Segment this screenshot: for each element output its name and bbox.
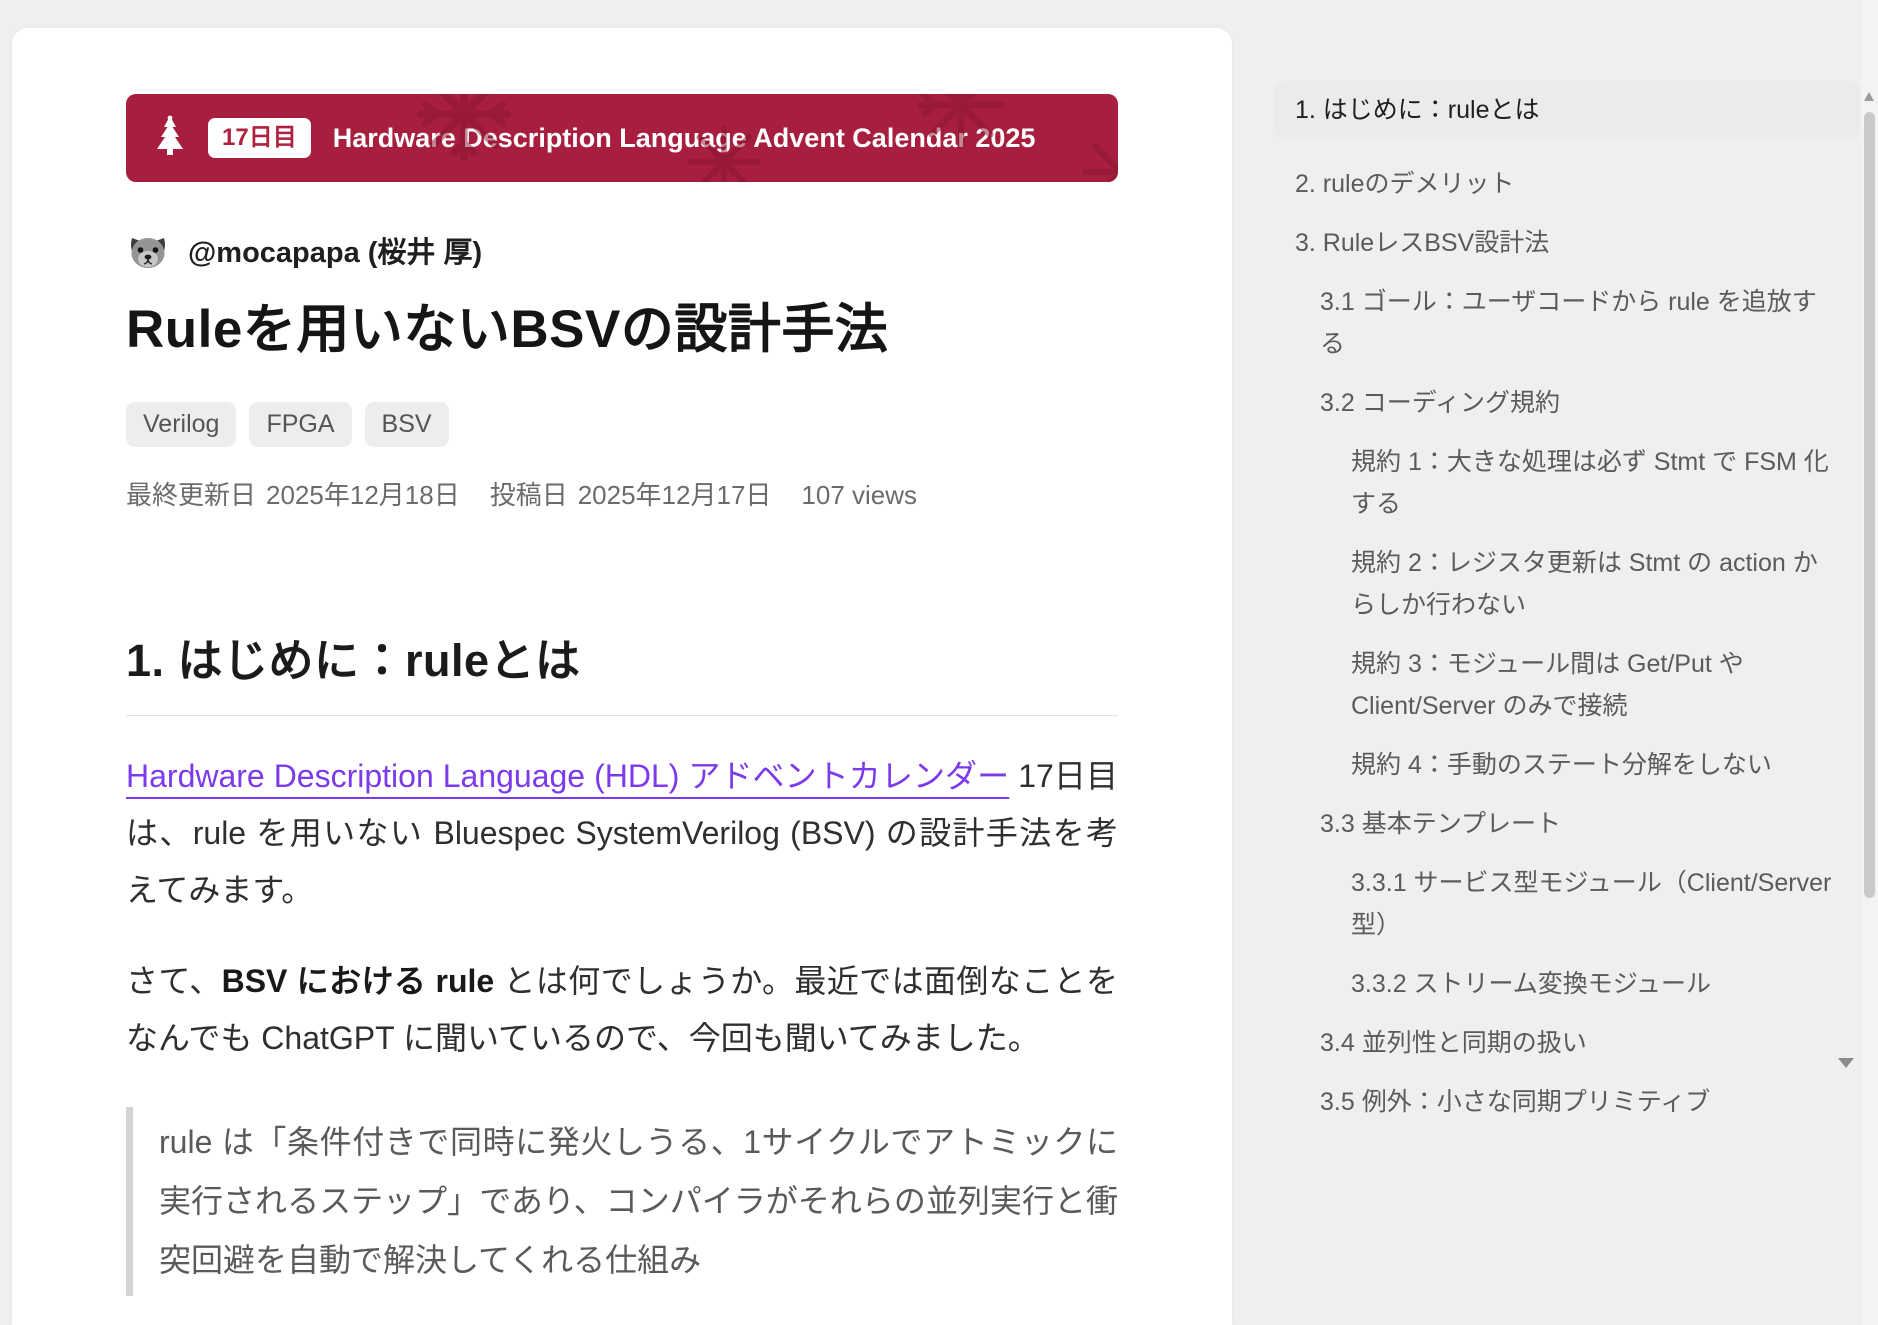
paragraph-text: さて、 <box>126 962 222 999</box>
table-of-contents: 1. はじめに：ruleとは 2. ruleのデメリット 3. RuleレスBSV設… <box>1275 81 1860 1140</box>
page: 17日目 Hardware Description Language Adven… <box>0 0 1878 1325</box>
tag-bsv[interactable]: BSV <box>364 401 449 447</box>
toc-more-chevron-down-icon[interactable] <box>1836 1056 1856 1070</box>
snowflake-icon <box>417 94 511 161</box>
updated-label: 最終更新日 <box>126 479 257 510</box>
scrollbar-thumb[interactable] <box>1864 112 1875 898</box>
section-heading: 1. はじめに：ruleとは <box>126 624 1118 716</box>
updated-date: 2025年12月18日 <box>266 479 460 510</box>
toc-item[interactable]: 規約 2：レジスタ更新は Stmt の action からしか行わない <box>1275 542 1860 626</box>
posted-date: 2025年12月17日 <box>577 479 772 510</box>
toc-item[interactable]: 3. RuleレスBSV設計法 <box>1275 222 1860 264</box>
toc-item[interactable]: 3.3.2 ストリーム変換モジュール <box>1275 963 1860 1005</box>
pug-avatar-icon <box>126 228 170 272</box>
snowflake-icon <box>917 94 1005 149</box>
article-meta: 最終更新日 2025年12月18日 投稿日 2025年12月17日 107 vi… <box>126 475 1118 512</box>
toc-item[interactable]: 規約 3：モジュール間は Get/Put や Client/Server のみで… <box>1275 643 1860 727</box>
toc-item[interactable]: 規約 4：手動のステート分解をしない <box>1275 744 1860 786</box>
paragraph: さて、BSV における rule とは何でしょうか。最近では面倒なことをなんでも… <box>126 953 1118 1067</box>
toc-item[interactable]: 2. ruleのデメリット <box>1275 163 1860 205</box>
views-count: 107 views <box>801 479 918 510</box>
quote-block: rule は「条件付きで同時に発火しうる、1サイクルでアトミックに実行されるステ… <box>126 1106 1118 1296</box>
hdl-advent-calendar-link[interactable]: Hardware Description Language (HDL) アドベン… <box>126 758 1009 794</box>
posted-label: 投稿日 <box>489 479 568 510</box>
christmas-tree-icon <box>157 115 183 155</box>
scrollbar-up-arrow-icon[interactable] <box>1864 92 1874 101</box>
page-scrollbar[interactable] <box>1861 0 1878 1325</box>
snowflake-icon <box>686 124 762 182</box>
author-name[interactable]: @mocapapa (桜井 厚) <box>188 229 482 271</box>
paragraph-bold-text: BSV における rule <box>221 962 495 999</box>
toc-item[interactable]: 3.4 並列性と同期の扱い <box>1275 1022 1860 1064</box>
toc-item[interactable]: 3.5 例外：小さな同期プリミティブ <box>1275 1081 1860 1123</box>
advent-calendar-banner[interactable]: 17日目 Hardware Description Language Adven… <box>126 94 1118 182</box>
toc-item[interactable]: 3.1 ゴール：ユーザコードから rule を追放する <box>1275 281 1860 365</box>
tag-list: Verilog FPGA BSV <box>126 401 1118 447</box>
toc-item[interactable]: 3.3.1 サービス型モジュール（Client/Server型） <box>1275 862 1860 946</box>
toc-item[interactable]: 1. はじめに：ruleとは <box>1275 81 1860 139</box>
day-badge: 17日目 <box>208 118 311 158</box>
author-row: @mocapapa (桜井 厚) <box>126 228 1118 272</box>
paragraph: Hardware Description Language (HDL) アドベン… <box>126 748 1118 919</box>
toc-item[interactable]: 3.2 コーディング規約 <box>1275 382 1860 424</box>
tag-verilog[interactable]: Verilog <box>126 401 237 447</box>
article-title: Ruleを用いないBSVの設計手法 <box>126 300 889 359</box>
article-card: 17日目 Hardware Description Language Adven… <box>12 28 1232 1325</box>
snowflake-icon <box>1082 136 1118 182</box>
author-avatar[interactable] <box>126 228 170 272</box>
toc-item[interactable]: 3.3 基本テンプレート <box>1275 803 1860 845</box>
toc-item[interactable]: 規約 1：大きな処理は必ず Stmt で FSM 化する <box>1275 441 1860 525</box>
tag-fpga[interactable]: FPGA <box>249 401 352 447</box>
quote-text: rule は「条件付きで同時に発火しうる、1サイクルでアトミックに実行されるステ… <box>159 1123 1118 1278</box>
